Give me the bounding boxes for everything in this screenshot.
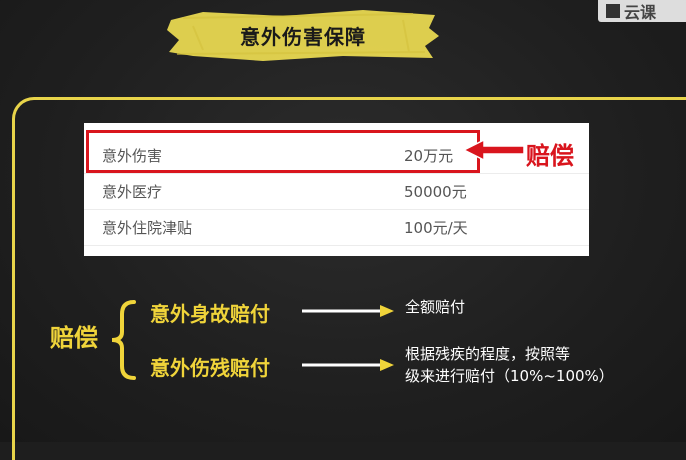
page-title: 意外伤害保障 <box>240 24 366 49</box>
red-arrow-icon <box>462 138 525 162</box>
title-banner: 意外伤害保障 <box>163 6 443 64</box>
coverage-amount: 100元/天 <box>404 218 468 237</box>
compensation-label: 赔偿 <box>50 324 98 352</box>
logo-icon <box>606 4 620 18</box>
disability-benefit-desc: 根据残疾的程度，按照等 级来进行赔付（10%~100%） <box>405 343 645 387</box>
disability-benefit-label: 意外伤残赔付 <box>150 356 270 380</box>
disability-desc-line2: 级来进行赔付（10%~100%） <box>405 367 614 385</box>
death-benefit-label: 意外身故赔付 <box>150 302 270 326</box>
highlight-label: 赔偿 <box>526 142 574 170</box>
arrow-right-icon <box>302 305 394 317</box>
coverage-amount: 50000元 <box>404 182 467 201</box>
table-row: 意外医疗 50000元 <box>84 173 589 210</box>
coverage-name: 意外住院津贴 <box>102 218 193 237</box>
arrow-right-icon <box>302 359 394 371</box>
brace-icon <box>111 300 136 380</box>
death-benefit-desc: 全额赔付 <box>405 298 466 316</box>
coverage-name: 意外医疗 <box>102 182 163 201</box>
logo-text: 云课 <box>624 3 657 22</box>
highlight-box <box>86 130 480 173</box>
disability-desc-line1: 根据残疾的程度，按照等 <box>405 345 571 363</box>
watermark-logo: 云课 <box>598 0 686 22</box>
table-row: 意外住院津贴 100元/天 <box>84 209 589 246</box>
